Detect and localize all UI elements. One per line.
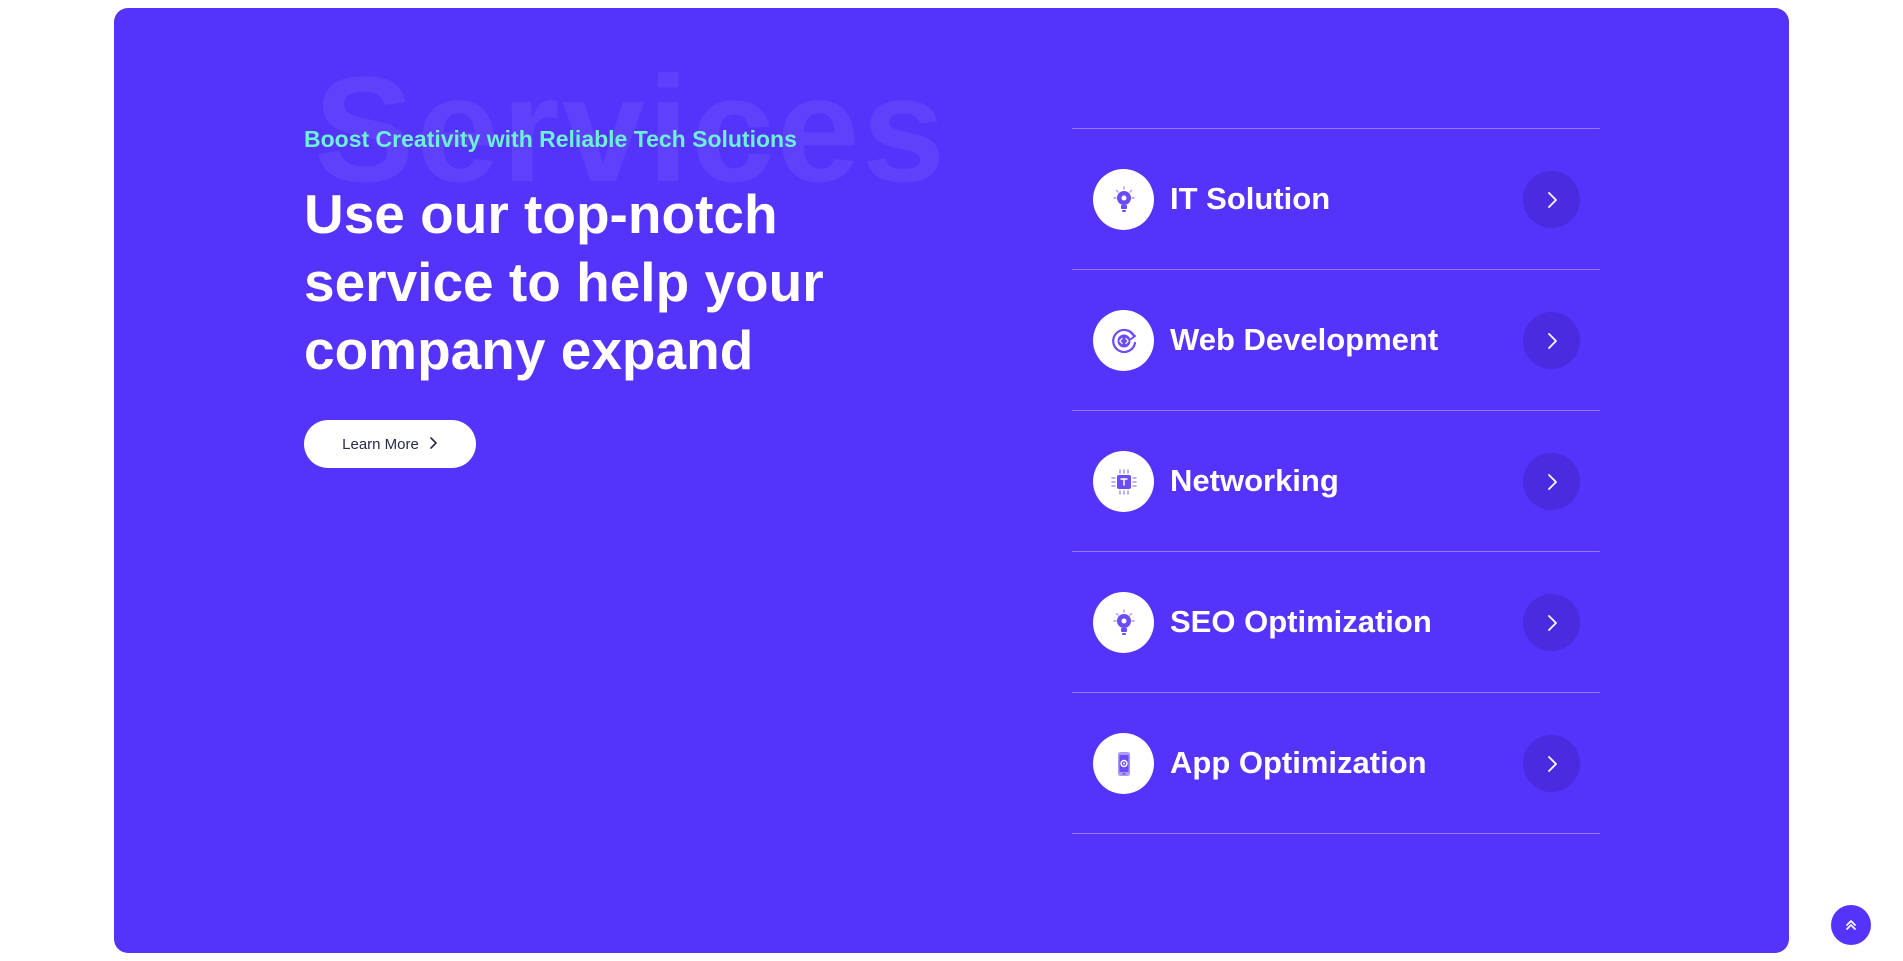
chevron-right-icon bbox=[1547, 332, 1557, 349]
chevron-right-icon bbox=[1547, 191, 1557, 208]
code-refresh-icon bbox=[1093, 310, 1154, 371]
service-arrow-button[interactable] bbox=[1523, 453, 1580, 510]
chevron-right-icon bbox=[430, 437, 437, 449]
learn-more-label: Learn More bbox=[342, 435, 419, 453]
lightbulb-icon bbox=[1093, 592, 1154, 653]
service-arrow-button[interactable] bbox=[1523, 171, 1580, 228]
scroll-to-top-button[interactable] bbox=[1831, 905, 1871, 945]
service-item-web-development[interactable]: Web Development bbox=[1072, 270, 1600, 411]
double-chevron-up-icon bbox=[1846, 920, 1856, 930]
chevron-right-icon bbox=[1547, 473, 1557, 490]
section-eyebrow: Boost Creativity with Reliable Tech Solu… bbox=[304, 126, 797, 152]
chevron-right-icon bbox=[1547, 755, 1557, 772]
service-arrow-button[interactable] bbox=[1523, 735, 1580, 792]
service-title: IT Solution bbox=[1170, 181, 1331, 216]
service-title: App Optimization bbox=[1170, 745, 1427, 780]
chip-icon bbox=[1093, 451, 1154, 512]
service-item-seo-optimization[interactable]: SEO Optimization bbox=[1072, 552, 1600, 693]
service-list: IT Solution Web Development Networking S… bbox=[1072, 128, 1600, 834]
service-item-networking[interactable]: Networking bbox=[1072, 411, 1600, 552]
learn-more-button[interactable]: Learn More bbox=[304, 420, 476, 468]
service-title: SEO Optimization bbox=[1170, 604, 1432, 639]
chevron-right-icon bbox=[1547, 614, 1557, 631]
service-item-app-optimization[interactable]: App Optimization bbox=[1072, 693, 1600, 834]
service-arrow-button[interactable] bbox=[1523, 594, 1580, 651]
service-arrow-button[interactable] bbox=[1523, 312, 1580, 369]
services-section: Services Boost Creativity with Reliable … bbox=[114, 8, 1789, 953]
service-title: Web Development bbox=[1170, 322, 1439, 357]
lightbulb-icon bbox=[1093, 169, 1154, 230]
mobile-gear-icon bbox=[1093, 733, 1154, 794]
service-item-it-solution[interactable]: IT Solution bbox=[1072, 129, 1600, 270]
service-title: Networking bbox=[1170, 463, 1339, 498]
section-headline: Use our top-notch service to help your c… bbox=[304, 183, 824, 381]
